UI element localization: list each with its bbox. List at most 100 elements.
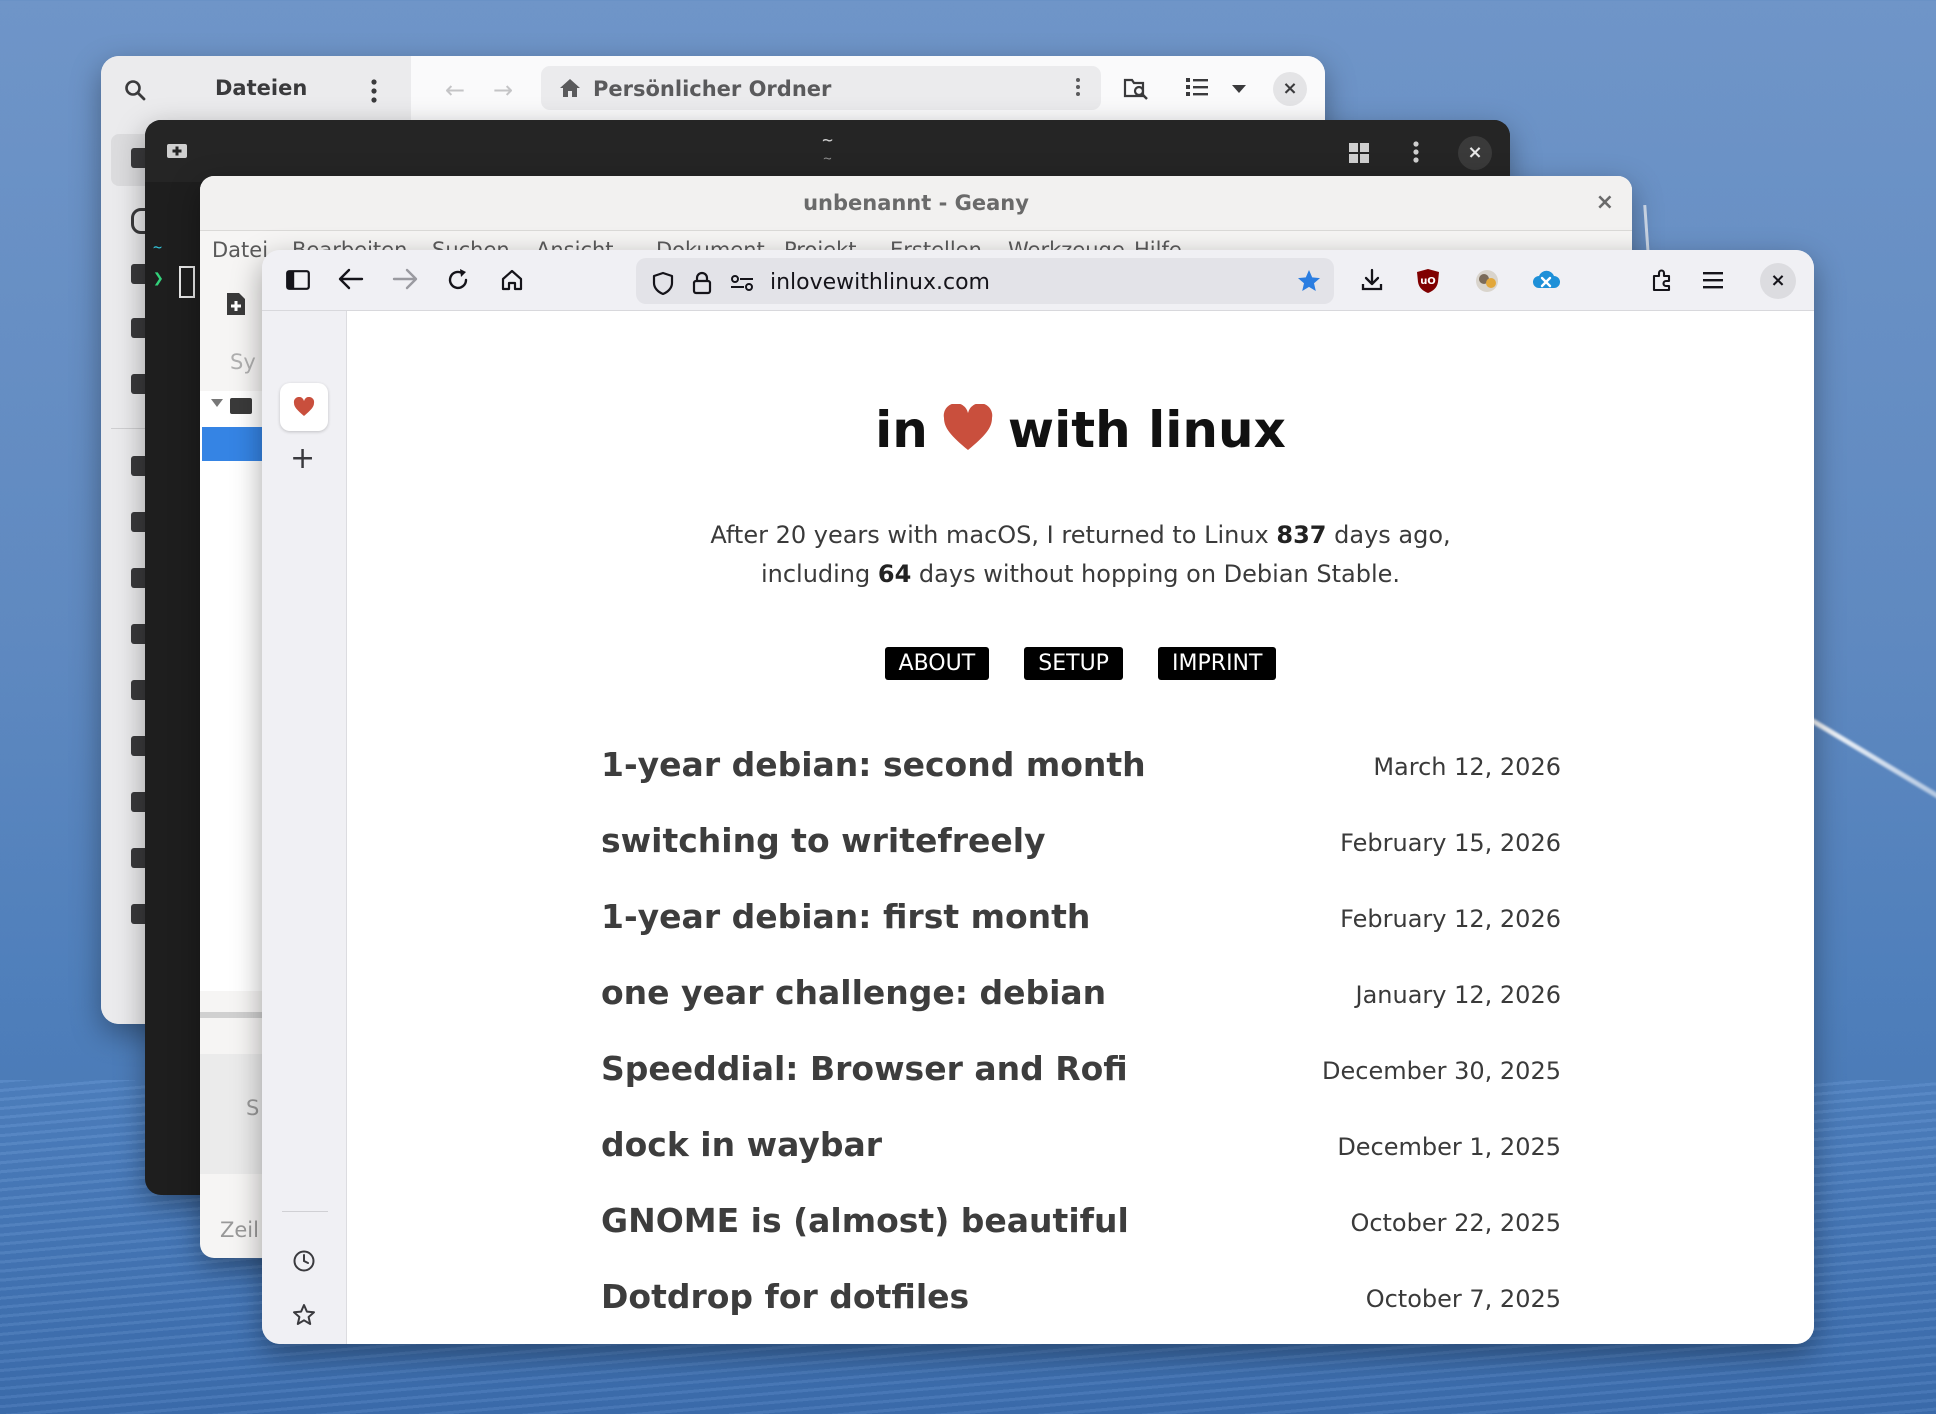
permissions-icon[interactable] — [730, 274, 754, 292]
expander-icon[interactable] — [210, 398, 224, 408]
heart-icon — [293, 397, 315, 416]
post-date: October 7, 2025 — [1365, 1285, 1561, 1313]
post-title[interactable]: 1-year debian: second month — [601, 745, 1146, 784]
post-date: December 30, 2025 — [1322, 1057, 1561, 1085]
tab-overview-icon[interactable] — [1348, 142, 1370, 164]
post-title[interactable]: switching to writefreely — [601, 821, 1046, 860]
terminal-title-line: ~ — [822, 130, 833, 151]
intro-text: After 20 years with macOS, I returned to… — [347, 516, 1814, 594]
site-title: in with linux — [347, 401, 1814, 464]
new-tab-plus-icon[interactable]: + — [290, 441, 315, 476]
history-clock-icon[interactable] — [292, 1249, 316, 1273]
terminal-prompt: ❯ — [153, 268, 164, 289]
post-item[interactable]: GNOME is (almost) beautiful October 22, 2… — [601, 1187, 1561, 1263]
new-document-icon[interactable] — [226, 292, 246, 316]
files-sidebar-header: Dateien — [101, 56, 411, 120]
chevron-down-icon[interactable] — [1231, 84, 1247, 94]
message-area — [200, 1054, 270, 1174]
files-headerbar: ← → Persönlicher Ordner × — [411, 56, 1325, 121]
post-title[interactable]: dock in waybar — [601, 1125, 882, 1164]
intro-line-1: After 20 years with macOS, I returned to… — [347, 516, 1814, 555]
folder-icon — [230, 398, 252, 414]
url-bar[interactable]: inlovewithlinux.com — [636, 258, 1334, 304]
lock-icon[interactable] — [692, 271, 712, 295]
list-view-icon[interactable] — [1185, 76, 1209, 98]
shield-icon[interactable] — [652, 271, 674, 295]
post-item[interactable]: 1-year debian: second month March 12, 202… — [601, 731, 1561, 807]
sidebar-separator — [282, 1211, 328, 1212]
symbols-tab[interactable]: Sy — [230, 350, 256, 374]
terminal-cwd: ~ — [153, 238, 163, 256]
terminal-close-button[interactable]: × — [1458, 136, 1492, 170]
sidebar-tab-heart[interactable] — [280, 383, 328, 431]
post-item[interactable]: Speeddial: Browser and Rofi December 30, … — [601, 1035, 1561, 1111]
terminal-headerbar: ~ ~ × — [145, 120, 1510, 182]
intro-2a: including — [760, 560, 878, 588]
hamburger-menu-icon[interactable] — [1702, 270, 1724, 290]
post-item[interactable]: 1-year debian: first month February 12, 2… — [601, 883, 1561, 959]
path-menu-icon[interactable] — [1075, 77, 1081, 97]
home-icon[interactable] — [500, 268, 524, 292]
bookmark-star-icon[interactable] — [1296, 268, 1322, 294]
files-close-button[interactable]: × — [1273, 72, 1307, 106]
download-icon[interactable] — [1360, 268, 1384, 292]
browser-close-button[interactable]: × — [1760, 263, 1796, 299]
heart-icon — [942, 402, 994, 464]
site-title-in: in — [875, 401, 928, 459]
post-item[interactable]: one year challenge: debian January 12, 20… — [601, 959, 1561, 1035]
browser-toolbar: inlovewithlinux.com uO × — [262, 250, 1814, 311]
site-title-with-linux: with linux — [1007, 401, 1286, 459]
cloud-sync-icon[interactable] — [1532, 268, 1560, 292]
geany-title: unbenannt - Geany — [803, 191, 1029, 215]
forward-arrow-icon[interactable] — [392, 268, 418, 290]
back-arrow-icon[interactable] — [338, 268, 364, 290]
message-tab[interactable]: S — [246, 1096, 259, 1120]
bookmarks-star-icon[interactable] — [292, 1303, 316, 1327]
extensions-puzzle-icon[interactable] — [1650, 268, 1674, 292]
search-folder-icon[interactable] — [1123, 76, 1149, 100]
terminal-cursor[interactable] — [179, 266, 195, 298]
post-title[interactable]: Speeddial: Browser and Rofi — [601, 1049, 1128, 1088]
post-item[interactable]: dock in waybar December 1, 2025 — [601, 1111, 1561, 1187]
nav-imprint-link[interactable]: IMPRINT — [1158, 647, 1277, 680]
post-item[interactable]: Dotdrop for dotfiles October 7, 2025 — [601, 1263, 1561, 1339]
post-date: January 12, 2026 — [1355, 981, 1562, 1009]
sidebar-toggle-icon[interactable] — [286, 270, 310, 290]
browser-sidebar: + — [262, 311, 347, 1344]
post-title[interactable]: one year challenge: debian — [601, 973, 1106, 1012]
pane-splitter[interactable] — [200, 1012, 270, 1018]
post-item[interactable]: switching to writefreely February 15, 202… — [601, 807, 1561, 883]
ublock-origin-icon[interactable]: uO — [1416, 268, 1440, 294]
tree-selected-row[interactable] — [202, 427, 270, 461]
post-list: 1-year debian: second month March 12, 202… — [601, 731, 1561, 1339]
home-icon — [560, 79, 580, 97]
post-title[interactable]: GNOME is (almost) beautiful — [601, 1201, 1129, 1240]
terminal-title: ~ ~ — [145, 132, 1510, 168]
intro-1b: days ago, — [1326, 521, 1451, 549]
extension-avatar-icon[interactable] — [1474, 268, 1500, 294]
menu-datei[interactable]: Datei — [212, 238, 268, 262]
intro-1a: After 20 years with macOS, I returned to… — [710, 521, 1277, 549]
terminal-subtitle-line: ~ — [823, 151, 832, 167]
statusbar-line: Zeil — [220, 1218, 259, 1242]
nav-about-link[interactable]: ABOUT — [884, 647, 990, 680]
contrail-small — [1643, 204, 1650, 256]
files-app-title: Dateien — [215, 76, 308, 100]
reload-icon[interactable] — [446, 268, 470, 292]
geany-close-button[interactable]: × — [1596, 190, 1614, 215]
search-icon[interactable] — [123, 78, 147, 102]
intro-2b: days without hopping on Debian Stable. — [911, 560, 1401, 588]
path-label: Persönlicher Ordner — [593, 77, 832, 101]
kebab-menu-icon[interactable] — [369, 78, 379, 104]
post-date: February 12, 2026 — [1340, 905, 1561, 933]
post-title[interactable]: 1-year debian: first month — [601, 897, 1090, 936]
kebab-menu-icon[interactable] — [1412, 140, 1420, 164]
days-stable: 64 — [877, 560, 912, 588]
forward-arrow-icon[interactable]: → — [493, 76, 513, 104]
nav-setup-link[interactable]: SETUP — [1024, 647, 1123, 680]
back-arrow-icon[interactable]: ← — [445, 76, 465, 104]
post-title[interactable]: Dotdrop for dotfiles — [601, 1277, 969, 1316]
path-bar[interactable]: Persönlicher Ordner — [541, 66, 1101, 110]
svg-text:uO: uO — [1420, 276, 1436, 287]
page-content: in with linux After 20 years with macOS, … — [347, 311, 1814, 1344]
